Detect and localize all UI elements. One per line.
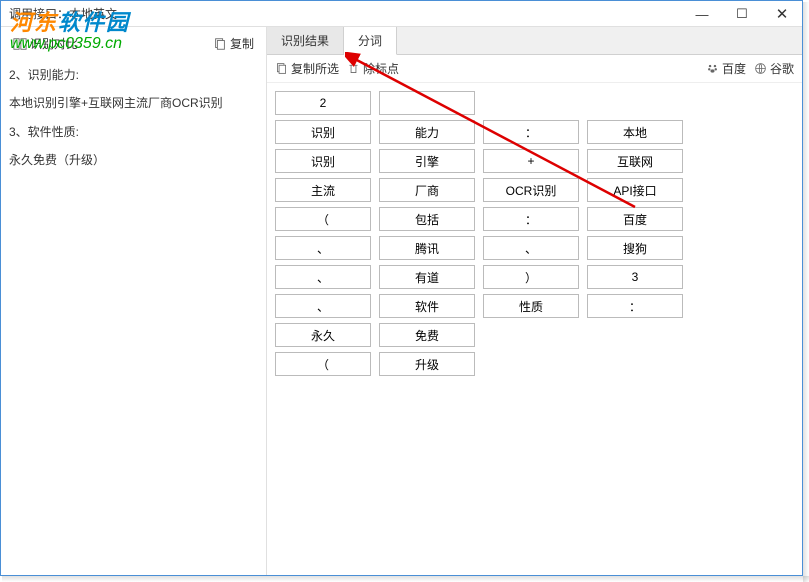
titlebar: 调用接口：本地英文 — ☐ ✕ <box>1 1 802 27</box>
trash-icon <box>347 62 360 75</box>
left-pane: 识别对比 复制 2、识别能力: 本地识别引擎+互联网主流厂商OCR识别 3、软件… <box>1 27 266 575</box>
segment-cell[interactable]: 主流 <box>275 178 371 202</box>
tab-bar: 识别结果 分词 <box>267 27 802 55</box>
segment-cell[interactable]: 升级 <box>379 352 475 376</box>
segment-cell[interactable]: 腾讯 <box>379 236 475 260</box>
segment-cell[interactable]: 搜狗 <box>587 236 683 260</box>
segment-cell[interactable]: 百度 <box>587 207 683 231</box>
copy-selected-button[interactable]: 复制所选 <box>275 60 339 77</box>
compare-button[interactable]: 识别对比 <box>9 33 82 54</box>
compare-label: 识别对比 <box>30 35 78 52</box>
segment-cell[interactable]: + <box>483 149 579 173</box>
app-window: 调用接口：本地英文 — ☐ ✕ 识别对比 复制 2、识别能力: 本地识别 <box>0 0 803 576</box>
segment-cell[interactable]: 引擎 <box>379 149 475 173</box>
window-title: 调用接口：本地英文 <box>9 5 117 22</box>
google-label: 谷歌 <box>770 60 794 77</box>
segment-cell[interactable]: 3 <box>587 265 683 289</box>
segment-cell[interactable]: 永久 <box>275 323 371 347</box>
segment-cell[interactable]: 2 <box>275 91 371 115</box>
baidu-label: 百度 <box>722 60 746 77</box>
segment-cell[interactable]: 性质 <box>483 294 579 318</box>
tab-segmentation[interactable]: 分词 <box>344 27 397 55</box>
right-pane: 识别结果 分词 复制所选 除标点 百度 谷歌 <box>266 27 802 575</box>
segmentation-toolbar: 复制所选 除标点 百度 谷歌 <box>267 55 802 83</box>
close-button[interactable]: ✕ <box>762 1 802 27</box>
segment-cell[interactable]: ： <box>483 207 579 231</box>
copy-selected-label: 复制所选 <box>291 60 339 77</box>
recognized-text: 2、识别能力: 本地识别引擎+互联网主流厂商OCR识别 3、软件性质: 永久免费… <box>9 62 258 569</box>
segment-cell[interactable]: 有道 <box>379 265 475 289</box>
google-search-button[interactable]: 谷歌 <box>754 60 794 77</box>
segment-cell[interactable]: ： <box>587 294 683 318</box>
segment-cell[interactable]: 软件 <box>379 294 475 318</box>
copy-button[interactable]: 复制 <box>209 33 258 54</box>
segmentation-grid: 2识别能力：本地识别引擎+互联网主流厂商OCR识别API接口（包括：百度、腾讯、… <box>275 91 794 376</box>
segment-cell[interactable]: 、 <box>275 236 371 260</box>
segment-cell[interactable]: 、 <box>275 265 371 289</box>
text-line: 2、识别能力: <box>9 62 258 88</box>
segment-cell[interactable]: OCR识别 <box>483 178 579 202</box>
text-line: 3、软件性质: <box>9 119 258 145</box>
segment-cell[interactable] <box>379 91 475 115</box>
segment-cell[interactable]: （ <box>275 352 371 376</box>
tab-recognition-result[interactable]: 识别结果 <box>267 27 344 54</box>
text-line: 永久免费（升级） <box>9 147 258 173</box>
baidu-search-button[interactable]: 百度 <box>706 60 746 77</box>
segment-cell[interactable]: （ <box>275 207 371 231</box>
segment-cell[interactable]: 识别 <box>275 120 371 144</box>
segment-cell[interactable]: 互联网 <box>587 149 683 173</box>
segment-cell[interactable]: ： <box>483 120 579 144</box>
segment-cell[interactable]: 厂商 <box>379 178 475 202</box>
copy-icon <box>275 62 288 75</box>
segment-cell[interactable]: ） <box>483 265 579 289</box>
paw-icon <box>706 62 719 75</box>
segment-cell[interactable]: 能力 <box>379 120 475 144</box>
maximize-button[interactable]: ☐ <box>722 1 762 27</box>
globe-icon <box>754 62 767 75</box>
segment-cell[interactable]: 包括 <box>379 207 475 231</box>
copy-icon <box>213 37 227 51</box>
segment-cell[interactable]: 识别 <box>275 149 371 173</box>
remove-punctuation-button[interactable]: 除标点 <box>347 60 399 77</box>
minimize-button[interactable]: — <box>682 1 722 27</box>
segment-cell[interactable]: 、 <box>275 294 371 318</box>
segment-cell[interactable]: 免费 <box>379 323 475 347</box>
segment-cell[interactable]: 本地 <box>587 120 683 144</box>
remove-punct-label: 除标点 <box>363 60 399 77</box>
compare-icon <box>13 37 27 51</box>
copy-label: 复制 <box>230 35 254 52</box>
segment-cell[interactable]: 、 <box>483 236 579 260</box>
segment-cell[interactable]: API接口 <box>587 178 683 202</box>
text-line: 本地识别引擎+互联网主流厂商OCR识别 <box>9 90 258 116</box>
window-controls: — ☐ ✕ <box>682 1 802 27</box>
